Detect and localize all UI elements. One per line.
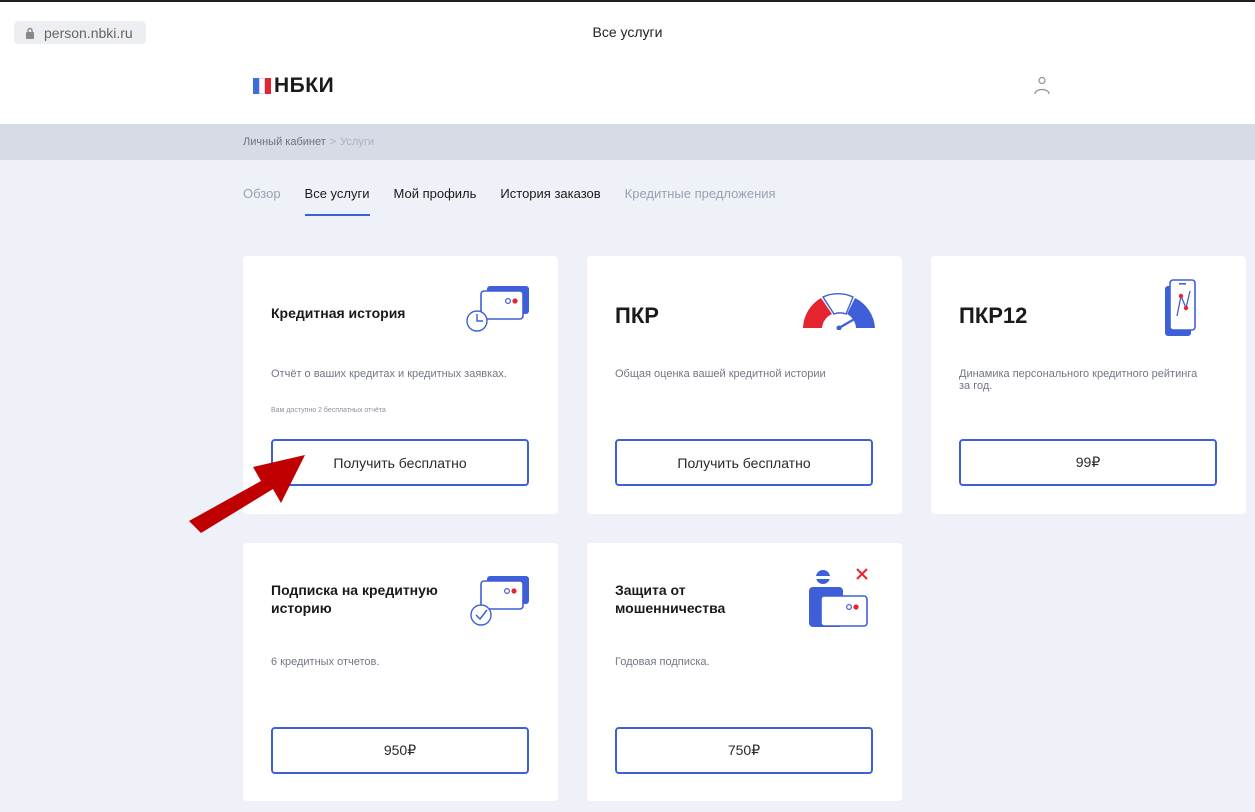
card-description: Динамика персонального кредитного рейтин… (959, 368, 1198, 392)
card-title: Подписка на кредитную историю (271, 582, 438, 616)
breadcrumb-root[interactable]: Личный кабинет (243, 136, 326, 148)
phone-chart-icon (1165, 279, 1196, 336)
credit-card-clock-icon (466, 286, 529, 332)
card-description: 6 кредитных отчетов. (271, 656, 380, 668)
tab-credit-offers[interactable]: Кредитные предложения (625, 186, 776, 216)
card-description: Общая оценка вашей кредитной истории (615, 368, 826, 380)
site-header: НБКИ (0, 44, 1255, 124)
get-free-button[interactable]: Получить бесплатно (271, 439, 529, 486)
tab-my-profile[interactable]: Мой профиль (394, 186, 477, 216)
card-title: ПКР (615, 303, 659, 328)
breadcrumb: Личный кабинет > Услуги (243, 136, 374, 148)
logo-text: НБКИ (274, 74, 335, 97)
get-free-button[interactable]: Получить бесплатно (615, 439, 873, 486)
red-arrow-annotation (189, 455, 305, 533)
card-description: Отчёт о ваших кредитах и кредитных заявк… (271, 368, 507, 380)
services-nav: Обзор Все услуги Мой профиль История зак… (243, 186, 800, 216)
breadcrumb-current: Услуги (340, 136, 375, 148)
credit-card-check-icon (470, 576, 529, 626)
breadcrumb-bar: Личный кабинет > Услуги (0, 124, 1255, 160)
card-description: Годовая подписка. (615, 656, 710, 668)
nbki-logo[interactable]: НБКИ (253, 74, 334, 98)
price-button[interactable]: 750₽ (615, 727, 873, 774)
tab-overview[interactable]: Обзор (243, 186, 281, 216)
user-profile-icon[interactable] (1033, 76, 1051, 96)
tab-order-history[interactable]: История заказов (500, 186, 600, 216)
tab-all-services[interactable]: Все услуги (304, 186, 370, 216)
price-button[interactable]: 950₽ (271, 727, 529, 774)
card-subscription: Подписка на кредитную историю 6 кредитны… (243, 543, 558, 801)
card-pkr12: ПКР12 Динамика персонального кредитного … (931, 256, 1246, 514)
gauge-icon (803, 293, 875, 330)
breadcrumb-separator: > (329, 136, 337, 148)
card-title: Кредитная история (271, 305, 406, 321)
card-note: Вам доступно 2 бесплатных отчёта (271, 407, 386, 414)
browser-address-bar: person.nbki.ru Все услуги (0, 2, 1255, 45)
card-title: ПКР12 (959, 303, 1028, 328)
fraud-protection-icon (809, 568, 868, 627)
card-pkr: ПКР Общая оценка вашей кредитной истории… (587, 256, 902, 514)
browser-tab-title: Все услуги (592, 24, 663, 40)
price-button[interactable]: 99₽ (959, 439, 1217, 486)
logo-mark-icon (253, 78, 271, 94)
card-fraud-protection: Защита от мошенничества Годовая подписка… (587, 543, 902, 801)
card-title: Защита от мошенничества (615, 582, 726, 616)
